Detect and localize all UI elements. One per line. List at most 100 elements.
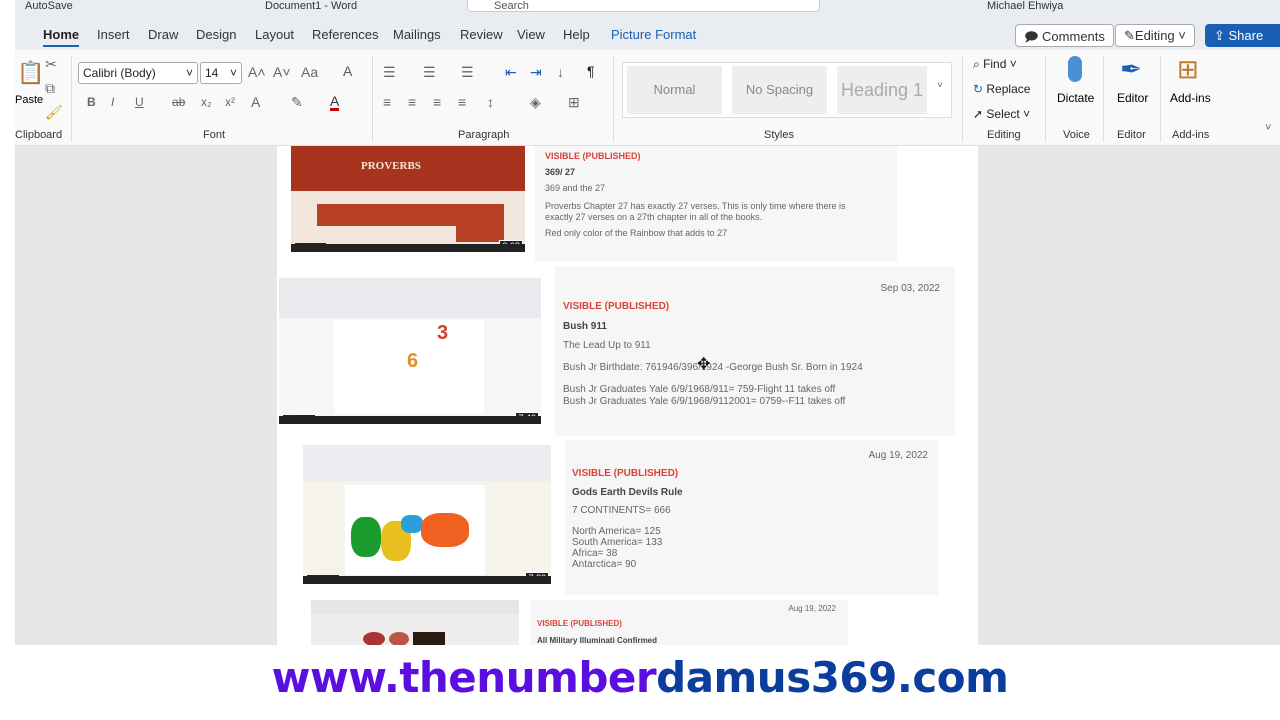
select-button[interactable]: ➚ Select ˅ (973, 107, 1030, 121)
find-button[interactable]: ⌕ Find ˅ (973, 57, 1017, 72)
paragraph-group-label: Paragraph (458, 129, 510, 141)
add-ins-grid-icon[interactable]: ⊞ (1177, 54, 1199, 85)
style-no-spacing[interactable]: No Spacing (732, 66, 827, 114)
entry-subtitle: The Lead Up to 911 (563, 340, 651, 351)
font-name-value: Calibri (Body) (83, 66, 156, 80)
numbering-icon[interactable]: ☰ (423, 64, 436, 81)
bold-icon[interactable]: B (87, 95, 96, 109)
line-spacing-icon[interactable]: ↕ (487, 94, 494, 110)
editor-group-label: Editor (1117, 129, 1146, 141)
font-color-icon[interactable]: A (330, 94, 340, 111)
format-painter-icon[interactable]: 🖌 (45, 104, 63, 121)
tab-design[interactable]: Design (196, 27, 236, 42)
styles-group-label: Styles (764, 129, 794, 141)
document-page[interactable]: PROVERBS 👁 117 3:08 VISIBLE (PUBLISHED) … (277, 146, 978, 650)
shrink-font-icon[interactable]: A˅ (273, 64, 291, 80)
highlight-icon[interactable]: ✎ (291, 94, 303, 111)
video-thumbnail[interactable]: 👁 315 7:32 (303, 445, 551, 584)
entry-text: Antarctica= 90 (572, 559, 637, 570)
style-normal[interactable]: Normal (627, 66, 722, 114)
editor-pen-icon[interactable]: ✒ (1120, 54, 1142, 85)
font-size-dropdown[interactable]: 14 ˅ (200, 62, 242, 84)
italic-icon[interactable]: I (111, 95, 114, 109)
entry-text: Bush Jr Graduates Yale 6/9/1968/911= 759… (563, 384, 836, 395)
grow-font-icon[interactable]: A˄ (248, 64, 266, 80)
sort-icon[interactable]: ↓ (557, 64, 564, 80)
search-placeholder: Search (494, 0, 529, 12)
tab-draw[interactable]: Draw (148, 27, 178, 42)
view-count: 👁 315 (307, 575, 339, 576)
tab-help[interactable]: Help (563, 27, 590, 42)
font-name-dropdown[interactable]: Calibri (Body) ˅ (78, 62, 198, 84)
video-thumbnail[interactable] (311, 600, 519, 650)
tab-references[interactable]: References (312, 27, 378, 42)
microphone-icon[interactable] (1068, 56, 1082, 82)
video-duration: 3:08 (499, 240, 523, 244)
strikethrough-icon[interactable]: ab (172, 95, 185, 109)
style-heading-1[interactable]: Heading 1 (837, 66, 927, 114)
tab-review[interactable]: Review (460, 27, 503, 42)
tab-layout[interactable]: Layout (255, 27, 294, 42)
shading-icon[interactable]: ◈ (530, 94, 541, 111)
text-effects-icon[interactable]: A (251, 94, 260, 110)
bullets-icon[interactable]: ☰ (383, 64, 396, 81)
video-duration: 7:32 (525, 572, 549, 576)
search-box[interactable]: Search (467, 0, 820, 12)
tab-mailings[interactable]: Mailings (393, 27, 441, 42)
title-bar: AutoSave Document1 - Word Search Michael… (15, 0, 1280, 12)
video-thumbnail[interactable]: 3 6 👁 151 7:49 (279, 278, 541, 424)
thumbnail-caption: PROVERBS (361, 160, 421, 172)
decrease-indent-icon[interactable]: ⇤ (505, 64, 517, 81)
editor-button[interactable]: Editor (1117, 91, 1148, 105)
entry-text: Bush Jr Graduates Yale 6/9/1968/9112001=… (563, 396, 846, 407)
comments-label: Comments (1042, 29, 1105, 44)
add-ins-button[interactable]: Add-ins (1170, 91, 1211, 105)
cursor-icon: ➚ (973, 107, 987, 121)
multilevel-list-icon[interactable]: ☰ (461, 64, 474, 81)
cut-icon[interactable]: ✂ (45, 56, 57, 73)
tab-home[interactable]: Home (43, 27, 80, 47)
clear-formatting-icon[interactable]: A (343, 63, 352, 79)
tab-view[interactable]: View (517, 27, 545, 42)
entry-text: Proverbs Chapter 27 has exactly 27 verse… (545, 201, 846, 223)
entry-title: Gods Earth Devils Rule (572, 487, 683, 498)
search-icon: ⌕ (973, 57, 984, 71)
borders-icon[interactable]: ⊞ (568, 94, 580, 111)
subscript-icon[interactable]: x₂ (201, 95, 212, 109)
align-left-icon[interactable]: ≡ (383, 94, 391, 110)
status-badge: VISIBLE (PUBLISHED) (572, 468, 679, 479)
align-right-icon[interactable]: ≡ (433, 94, 441, 110)
tab-picture-format[interactable]: Picture Format (611, 27, 696, 42)
dictate-button[interactable]: Dictate (1057, 91, 1094, 105)
entry-subtitle: 7 CONTINENTS= 666 (572, 505, 671, 516)
collapse-ribbon-icon[interactable]: ˅ (1265, 122, 1271, 134)
replace-button[interactable]: ↻ Replace (973, 82, 1030, 96)
change-case-icon[interactable]: Aa (301, 64, 318, 80)
find-label: Find (983, 57, 1007, 71)
share-button[interactable]: ⇪ Share (1205, 24, 1280, 47)
voice-group-label: Voice (1063, 129, 1090, 141)
video-thumbnail[interactable]: PROVERBS 👁 117 3:08 (291, 146, 525, 252)
video-entry: Aug 19, 2022 VISIBLE (PUBLISHED) All Mil… (530, 600, 848, 645)
paste-icon[interactable]: 📋 (17, 60, 44, 86)
styles-scroll-icon[interactable]: ˅ (937, 80, 943, 91)
document-title: Document1 - Word (265, 0, 358, 12)
autosave-label: AutoSave (25, 0, 73, 12)
align-center-icon[interactable]: ≡ (408, 94, 416, 110)
paste-label[interactable]: Paste (15, 94, 43, 106)
copy-icon[interactable]: ⧉ (45, 80, 55, 97)
comments-button[interactable]: 🗩 Comments (1015, 24, 1114, 47)
ribbon-tabs: Home Insert Draw Design Layout Reference… (15, 12, 1280, 50)
underline-icon[interactable]: U (135, 95, 144, 109)
user-name: Michael Ehwiya (987, 0, 1064, 12)
status-badge: VISIBLE (PUBLISHED) (537, 619, 622, 628)
editing-mode-button[interactable]: ✎Editing ˅ (1115, 24, 1195, 47)
justify-icon[interactable]: ≡ (458, 94, 466, 110)
status-badge: VISIBLE (PUBLISHED) (545, 151, 641, 161)
increase-indent-icon[interactable]: ⇥ (530, 64, 542, 81)
show-formatting-icon[interactable]: ¶ (587, 63, 595, 79)
tab-insert[interactable]: Insert (97, 27, 130, 42)
superscript-icon[interactable]: x² (225, 95, 235, 109)
video-entry: Aug 19, 2022 VISIBLE (PUBLISHED) Gods Ea… (565, 440, 938, 595)
share-icon: ⇪ (1214, 28, 1229, 43)
